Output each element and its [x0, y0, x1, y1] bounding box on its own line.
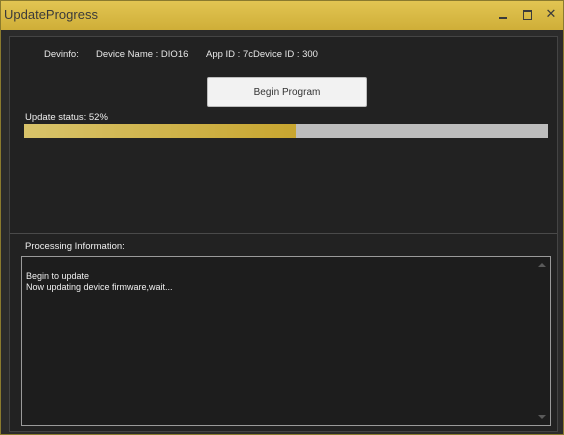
- begin-program-button[interactable]: Begin Program: [207, 77, 367, 107]
- update-progress-fill: [24, 124, 297, 138]
- close-button[interactable]: ✕: [542, 5, 560, 25]
- divider: [10, 233, 557, 234]
- device-id: Device ID : 300: [253, 49, 318, 60]
- scroll-down-icon[interactable]: [538, 415, 546, 419]
- app-id: App ID : 7c: [206, 49, 253, 60]
- close-icon: ✕: [545, 7, 557, 22]
- minimize-button[interactable]: [495, 5, 513, 25]
- devinfo-label: Devinfo:: [44, 49, 79, 60]
- scroll-up-icon[interactable]: [538, 263, 546, 267]
- main-panel: Devinfo: Device Name : DIO16 App ID : 7c…: [9, 36, 558, 432]
- title-bar[interactable]: UpdateProgress ✕: [1, 1, 563, 30]
- log-line: Now updating device firmware,wait...: [26, 282, 173, 292]
- processing-info-label: Processing Information:: [25, 241, 125, 252]
- device-name: Device Name : DIO16: [96, 49, 189, 60]
- update-status-label: Update status: 52%: [25, 112, 108, 123]
- update-progress-bar: [24, 124, 548, 138]
- minimize-icon: [499, 17, 507, 19]
- processing-log[interactable]: Begin to update Now updating device firm…: [21, 256, 551, 426]
- log-lines: Begin to update Now updating device firm…: [26, 271, 173, 293]
- maximize-icon: [523, 10, 532, 20]
- update-progress-window: UpdateProgress ✕ Devinfo: Device Name : …: [0, 0, 564, 435]
- maximize-button[interactable]: [519, 5, 537, 25]
- window-title: UpdateProgress: [4, 7, 98, 22]
- log-line: Begin to update: [26, 271, 90, 281]
